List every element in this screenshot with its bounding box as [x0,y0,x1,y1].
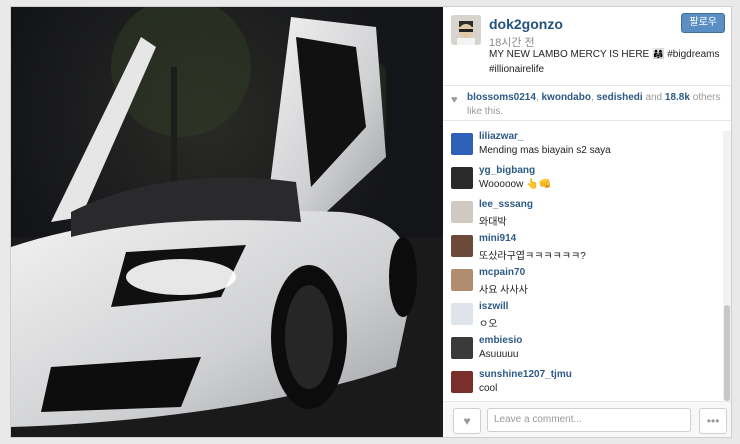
comment-item: lee_sssang 와대박 [451,199,723,231]
commenter-avatar[interactable] [451,269,473,291]
comment-username[interactable]: embiesio [479,335,522,346]
commenter-avatar[interactable] [451,167,473,189]
comment-username[interactable]: sunshine1207_tjmu [479,369,572,380]
post-photo [11,7,443,437]
comment-username[interactable]: mcpain70 [479,267,525,278]
likes-count[interactable]: 18.8k [665,92,690,103]
comment-username[interactable]: iszwill [479,301,508,312]
comment-item: liliazwar_ Mending mas biayain s2 saya [451,131,723,163]
comment-text: 사요 사사사 [479,285,528,296]
comment-item: yg_bigbang Wooooow 👆👊 [451,165,723,197]
commenter-avatar[interactable] [451,133,473,155]
commenter-avatar[interactable] [451,337,473,359]
user-avatar[interactable] [451,15,481,45]
lamborghini-photo [11,7,443,437]
comment-item: mcpain70 사요 사사사 [451,267,723,299]
avatar-image [451,15,481,45]
comment-username[interactable]: lee_sssang [479,199,533,210]
liker-link[interactable]: kwondabo [542,92,591,103]
post-details-panel: dok2gonzo 18시간 전 MY NEW LAMBO MERCY IS H… [443,7,731,437]
comment-text: ㅇ오 [479,319,498,330]
liker-link[interactable]: sedishedi [597,92,643,103]
comment-username[interactable]: liliazwar_ [479,131,523,142]
comment-text: Asuuuuu [479,349,519,360]
likes-text: blossoms0214, kwondabo, sedishedi and 18… [467,92,721,117]
comment-text: 또샀라구엽ㅋㅋㅋㅋㅋㅋ? [479,251,586,262]
comment-item: embiesio Asuuuuu [451,335,723,367]
comments-list: liliazwar_ Mending mas biayain s2 saya y… [443,121,731,405]
comment-input[interactable] [487,408,691,432]
comment-text: 와대박 [479,217,507,228]
more-options-button[interactable]: ••• [699,408,727,434]
liker-link[interactable]: blossoms0214 [467,92,536,103]
comment-item: iszwill ㅇ오 [451,301,723,333]
likes-summary: ♥ blossoms0214, kwondabo, sedishedi and … [443,86,731,121]
comment-username[interactable]: yg_bigbang [479,165,535,176]
commenter-avatar[interactable] [451,371,473,393]
heart-icon: ♥ [463,414,471,428]
comment-item: sunshine1207_tjmu cool [451,369,723,401]
follow-button[interactable]: 팔로우 [681,13,725,33]
likes-and: and [645,92,663,103]
like-button[interactable]: ♥ [453,408,481,434]
comments-scrollbar[interactable] [723,131,731,407]
scrollbar-thumb[interactable] [724,305,730,401]
commenter-avatar[interactable] [451,235,473,257]
post-modal: dok2gonzo 18시간 전 MY NEW LAMBO MERCY IS H… [10,6,732,438]
commenter-avatar[interactable] [451,201,473,223]
post-username[interactable]: dok2gonzo [489,16,563,32]
comment-text: Mending mas biayain s2 saya [479,145,611,156]
more-icon: ••• [706,414,720,428]
post-header: dok2gonzo 18시간 전 MY NEW LAMBO MERCY IS H… [443,7,731,86]
post-caption: MY NEW LAMBO MERCY IS HERE 👨‍👩‍👧 #bigdre… [489,49,720,75]
comment-footer: ♥ ••• [443,401,731,437]
comment-text: Wooooow 👆👊 [479,179,551,190]
comment-username[interactable]: mini914 [479,233,516,244]
commenter-avatar[interactable] [451,303,473,325]
comment-text: cool [479,383,498,394]
comment-item: mini914 또샀라구엽ㅋㅋㅋㅋㅋㅋ? [451,233,723,265]
heart-icon: ♥ [451,94,458,106]
